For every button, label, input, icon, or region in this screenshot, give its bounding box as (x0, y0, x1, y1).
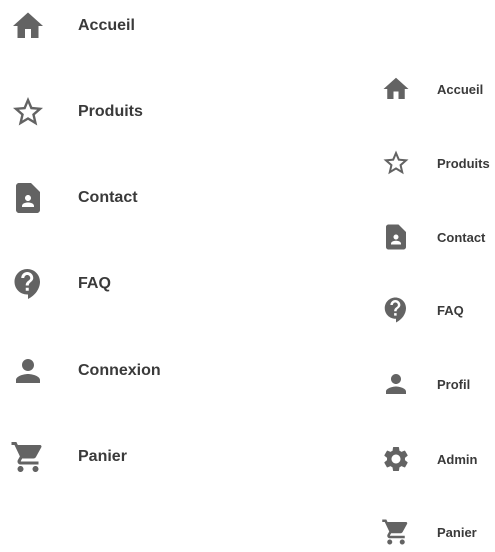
person-icon (10, 353, 46, 389)
menu-item-contact[interactable]: Contact (381, 217, 495, 257)
help-icon (381, 295, 411, 325)
menu-item-accueil[interactable]: Accueil (10, 2, 210, 50)
help-icon (10, 266, 46, 302)
menu-item-panier[interactable]: Panier (381, 512, 495, 552)
home-icon (381, 74, 411, 104)
menu-item-admin[interactable]: Admin (381, 439, 495, 479)
menu-item-label: Admin (437, 451, 478, 467)
menu-item-contact[interactable]: Contact (10, 174, 210, 222)
contact-card-icon (381, 222, 411, 252)
menu-item-label: Produits (437, 155, 490, 171)
menu-item-label: FAQ (78, 275, 111, 292)
star-outline-icon (381, 148, 411, 178)
menu-item-panier[interactable]: Panier (10, 433, 210, 481)
menu-item-label: Produits (78, 103, 143, 120)
menu-item-faq[interactable]: FAQ (10, 260, 210, 308)
menu-item-connexion[interactable]: Connexion (10, 347, 210, 395)
cart-icon (10, 439, 46, 475)
contact-card-icon (10, 180, 46, 216)
menu-item-label: Accueil (437, 81, 484, 97)
menu-item-label: Panier (437, 524, 477, 540)
menu-item-profil[interactable]: Profil (381, 364, 495, 404)
menu-item-label: Connexion (78, 362, 161, 379)
home-icon (10, 8, 46, 44)
menu-item-produits[interactable]: Produits (10, 88, 210, 136)
menu-item-label: FAQ (437, 302, 464, 318)
menu-item-label: Profil (437, 376, 471, 392)
cart-icon (381, 517, 411, 547)
menu-item-label: Accueil (78, 17, 135, 34)
menu-item-label: Contact (78, 189, 138, 206)
menu-item-label: Contact (437, 229, 486, 245)
menu-item-accueil[interactable]: Accueil (381, 69, 495, 109)
menu-item-faq[interactable]: FAQ (381, 290, 495, 330)
menu-item-produits[interactable]: Produits (381, 143, 495, 183)
menu-item-label: Panier (78, 448, 127, 465)
star-outline-icon (10, 94, 46, 130)
gear-icon (381, 444, 411, 474)
person-icon (381, 369, 411, 399)
